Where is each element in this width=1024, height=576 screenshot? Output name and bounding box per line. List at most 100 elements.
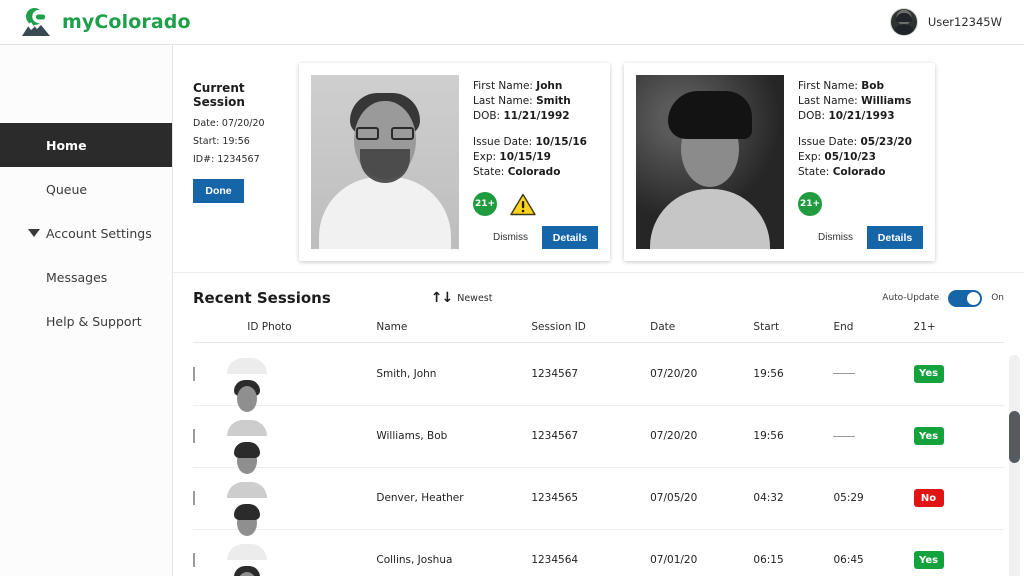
state-value: Colorado bbox=[507, 166, 561, 178]
id-details: First Name: John Last Name: Smith DOB: 1… bbox=[473, 75, 598, 249]
exp-row: Exp: 10/15/19 bbox=[473, 150, 598, 165]
sidebar-item-account-settings[interactable]: Account Settings bbox=[0, 211, 172, 255]
brand-colorado: Colorado bbox=[94, 11, 191, 33]
row-start: 06:15 bbox=[753, 529, 834, 576]
state-row: State: Colorado bbox=[798, 165, 923, 180]
app-root: myColorado User12345W Home Queue Account… bbox=[0, 0, 1024, 576]
last-name-row: Last Name: Williams bbox=[798, 94, 923, 109]
dob-label: DOB: bbox=[798, 110, 826, 122]
current-session-area: Current Session Date: 07/20/20 Start: 19… bbox=[173, 45, 1024, 273]
recent-sessions-title: Recent Sessions bbox=[193, 289, 331, 307]
auto-update-state: On bbox=[991, 293, 1004, 303]
current-session-start: Start: 19:56 bbox=[193, 136, 250, 147]
sidebar-item-label: Messages bbox=[46, 269, 108, 285]
last-name-label: Last Name: bbox=[798, 95, 858, 107]
issue-date-label: Issue Date: bbox=[798, 136, 858, 148]
issue-date-row: Issue Date: 05/23/20 bbox=[798, 135, 923, 150]
sidebar-item-messages[interactable]: Messages bbox=[0, 255, 172, 299]
sort-control[interactable]: ↑↓ Newest bbox=[431, 290, 493, 306]
id-card-john-smith: First Name: John Last Name: Smith DOB: 1… bbox=[299, 63, 610, 261]
user-menu[interactable]: User12345W bbox=[889, 8, 1008, 36]
table-header-wrap: ID Photo Name Session ID Date Start End … bbox=[173, 317, 1024, 343]
first-name-row: First Name: John bbox=[473, 79, 598, 94]
first-name-label: First Name: bbox=[798, 80, 858, 92]
auto-update-toggle[interactable] bbox=[948, 289, 983, 307]
table-row[interactable]: Denver, Heather 1234565 07/05/20 04:32 0… bbox=[193, 467, 1004, 536]
row-checkbox[interactable] bbox=[193, 553, 195, 567]
exp-value: 05/10/23 bbox=[824, 151, 876, 163]
state-value: Colorado bbox=[832, 166, 886, 178]
row-date: 07/20/20 bbox=[650, 405, 754, 468]
row-start: 04:32 bbox=[753, 467, 834, 530]
colorado-mountain-logo-icon bbox=[18, 5, 54, 39]
id-photo-john-smith bbox=[311, 75, 459, 249]
vertical-scrollbar[interactable] bbox=[1009, 355, 1020, 576]
row-checkbox[interactable] bbox=[193, 366, 195, 381]
status-badge: No bbox=[913, 489, 944, 507]
dismiss-button[interactable]: Dismiss bbox=[493, 232, 528, 243]
last-name-value: Smith bbox=[536, 95, 571, 107]
auto-update-control: Auto-Update On bbox=[882, 289, 1004, 307]
row-photo-cell bbox=[227, 405, 377, 474]
row-end: 06:45 bbox=[833, 529, 914, 576]
row-date: 07/01/20 bbox=[650, 529, 754, 576]
exp-row: Exp: 05/10/23 bbox=[798, 150, 923, 165]
column-header-date[interactable]: Date bbox=[650, 317, 754, 343]
sort-up-down-icon: ↑↓ bbox=[430, 290, 453, 306]
avatar bbox=[889, 8, 918, 36]
column-header-21plus[interactable]: 21+ bbox=[913, 317, 1004, 343]
column-header-session-id[interactable]: Session ID bbox=[531, 317, 651, 343]
done-button[interactable]: Done bbox=[193, 179, 244, 203]
sidebar-item-help-support[interactable]: Help & Support bbox=[0, 299, 172, 343]
chevron-down-icon bbox=[28, 229, 40, 237]
dob-row: DOB: 10/21/1993 bbox=[798, 109, 923, 124]
user-name: User12345W bbox=[927, 15, 1002, 29]
dob-value: 11/21/1992 bbox=[503, 110, 570, 122]
issue-date-label: Issue Date: bbox=[473, 136, 533, 148]
first-name-row: First Name: Bob bbox=[798, 79, 923, 94]
current-session-title: Current Session bbox=[193, 81, 245, 109]
details-button[interactable]: Details bbox=[867, 226, 923, 249]
row-session-id: 1234565 bbox=[531, 467, 651, 530]
exp-label: Exp: bbox=[798, 151, 822, 163]
brand[interactable]: myColorado bbox=[18, 5, 191, 39]
dob-row: DOB: 11/21/1992 bbox=[473, 109, 598, 124]
row-end bbox=[833, 343, 914, 406]
issue-date-value: 10/15/16 bbox=[535, 136, 587, 148]
column-header-id-photo[interactable]: ID Photo bbox=[247, 317, 377, 343]
row-21plus-cell: Yes bbox=[913, 343, 1004, 406]
row-21plus-cell: No bbox=[913, 467, 1004, 530]
sidebar-item-label: Account Settings bbox=[46, 225, 152, 241]
row-date: 07/20/20 bbox=[650, 343, 754, 406]
column-header-select[interactable] bbox=[193, 317, 248, 343]
column-header-start[interactable]: Start bbox=[753, 317, 834, 343]
column-header-end[interactable]: End bbox=[833, 317, 914, 343]
row-checkbox[interactable] bbox=[193, 429, 195, 443]
sidebar-item-home[interactable]: Home bbox=[0, 123, 172, 167]
details-button[interactable]: Details bbox=[542, 226, 598, 249]
scrollbar-thumb[interactable] bbox=[1009, 411, 1020, 463]
table-row[interactable]: Williams, Bob 1234567 07/20/20 19:56 Yes bbox=[193, 405, 1004, 474]
card-actions: Dismiss Details bbox=[473, 226, 598, 249]
row-session-id: 1234564 bbox=[531, 529, 651, 576]
status-badge: Yes bbox=[913, 364, 944, 383]
row-name: Denver, Heather bbox=[376, 467, 532, 530]
row-start: 19:56 bbox=[753, 343, 834, 406]
row-session-id: 1234567 bbox=[531, 343, 651, 406]
recent-sessions-section: Recent Sessions ↑↓ Newest Auto-Update On bbox=[173, 273, 1024, 576]
current-session-date: Date: 07/20/20 bbox=[193, 118, 265, 129]
brand-title: myColorado bbox=[62, 11, 191, 33]
table-row[interactable]: Smith, John 1234567 07/20/20 19:56 Yes bbox=[193, 343, 1004, 412]
auto-update-label: Auto-Update bbox=[882, 293, 940, 303]
first-name-value: John bbox=[536, 80, 563, 92]
issue-date-row: Issue Date: 10/15/16 bbox=[473, 135, 598, 150]
table-row[interactable]: Collins, Joshua 1234564 07/01/20 06:15 0… bbox=[193, 529, 1004, 576]
row-date: 07/05/20 bbox=[650, 467, 754, 530]
row-checkbox[interactable] bbox=[193, 491, 195, 505]
sidebar-item-queue[interactable]: Queue bbox=[0, 167, 172, 211]
row-21plus-cell: Yes bbox=[913, 405, 1004, 468]
column-header-name[interactable]: Name bbox=[376, 317, 532, 343]
dismiss-button[interactable]: Dismiss bbox=[818, 232, 853, 243]
sidebar: Home Queue Account Settings Messages Hel… bbox=[0, 45, 173, 576]
state-label: State: bbox=[473, 166, 505, 178]
